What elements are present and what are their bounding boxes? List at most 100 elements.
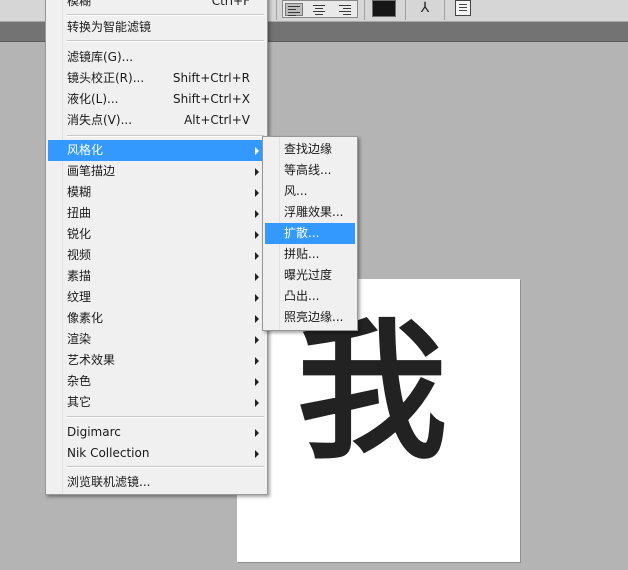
menu-item-label: 视频	[67, 248, 92, 262]
menu-item-label: 消失点(V)...	[67, 113, 133, 127]
menu-separator	[67, 416, 264, 418]
menu-item-render[interactable]: 渲染	[48, 329, 265, 350]
panels-icon[interactable]	[455, 0, 471, 16]
menu-item-sharpen[interactable]: 锐化	[48, 224, 265, 245]
menu-item-label: 等高线...	[284, 163, 332, 177]
menu-item-digimarc[interactable]: Digimarc	[48, 422, 265, 443]
menu-item-lens-correction[interactable]: 镜头校正(R)... Shift+Ctrl+R	[48, 68, 265, 89]
toolbar-separator	[444, 0, 445, 20]
menu-item-other[interactable]: 其它	[48, 392, 265, 413]
menu-item-artistic[interactable]: 艺术效果	[48, 350, 265, 371]
menu-item-label: 渲染	[67, 332, 92, 346]
toolbar-separator	[405, 0, 406, 20]
menu-item-label: 扩散...	[284, 226, 320, 240]
menu-item-shortcut: Shift+Ctrl+R	[172, 71, 250, 85]
menu-item-label: 查找边缘	[284, 142, 333, 156]
menu-separator	[67, 135, 264, 137]
menu-item-label: Digimarc	[67, 425, 121, 439]
submenu-arrow-icon	[255, 231, 259, 239]
menu-item-label: 锐化	[67, 227, 92, 241]
menu-item-label: Nik Collection	[67, 446, 150, 460]
submenu-item-glowing-edges[interactable]: 照亮边缘...	[265, 307, 355, 328]
align-center-icon[interactable]	[311, 3, 329, 16]
menu-item-label: 拼贴...	[284, 247, 320, 261]
menu-item-shortcut: Alt+Ctrl+V	[184, 113, 250, 127]
submenu-item-solarize[interactable]: 曝光过度	[265, 265, 355, 286]
toolbar-separator	[364, 0, 365, 20]
submenu-arrow-icon	[255, 315, 259, 323]
menu-item-label: 艺术效果	[67, 353, 116, 367]
submenu-item-trace-contour[interactable]: 等高线...	[265, 160, 355, 181]
menu-item-label: 浏览联机滤镜...	[67, 475, 151, 489]
menu-item-label: 其它	[67, 395, 92, 409]
warp-text-icon[interactable]: ⅄	[416, 0, 434, 18]
menu-item-last-filter[interactable]: 模糊 Ctrl+F	[48, 0, 265, 12]
text-color-swatch[interactable]	[372, 0, 396, 17]
menu-item-video[interactable]: 视频	[48, 245, 265, 266]
submenu-item-wind[interactable]: 风...	[265, 181, 355, 202]
text-align-group	[282, 0, 358, 18]
submenu-arrow-icon	[255, 252, 259, 260]
menu-item-label: 镜头校正(R)...	[67, 71, 145, 85]
menu-item-stylize[interactable]: 风格化	[48, 140, 265, 161]
submenu-item-extrude[interactable]: 凸出...	[265, 286, 355, 307]
menu-separator	[67, 466, 264, 468]
menu-item-label: 凸出...	[284, 289, 320, 303]
menu-item-label: 照亮边缘...	[284, 310, 344, 324]
menu-item-label: 滤镜库(G)...	[67, 50, 134, 64]
menu-item-label: 浮雕效果...	[284, 205, 344, 219]
submenu-arrow-icon	[255, 336, 259, 344]
filter-menu: 模糊 Ctrl+F 转换为智能滤镜 滤镜库(G)... 镜头校正(R)... S…	[45, 0, 268, 495]
submenu-arrow-icon	[255, 189, 259, 197]
menu-item-vanishing-point[interactable]: 消失点(V)... Alt+Ctrl+V	[48, 110, 265, 131]
menu-item-sketch[interactable]: 素描	[48, 266, 265, 287]
menu-item-convert-smart-filter[interactable]: 转换为智能滤镜	[48, 17, 265, 38]
menu-item-label: 风...	[284, 184, 308, 198]
menu-item-label: 风格化	[67, 143, 104, 157]
menu-item-label: 曝光过度	[284, 268, 333, 282]
submenu-item-find-edges[interactable]: 查找边缘	[265, 139, 355, 160]
stylize-submenu: 查找边缘 等高线... 风... 浮雕效果... 扩散... 拼贴... 曝光过…	[262, 136, 358, 331]
menu-item-label: 杂色	[67, 374, 92, 388]
menu-item-filter-gallery[interactable]: 滤镜库(G)...	[48, 47, 265, 68]
menu-item-nik-collection[interactable]: Nik Collection	[48, 443, 265, 464]
submenu-arrow-icon	[255, 147, 259, 155]
menu-item-brush-strokes[interactable]: 画笔描边	[48, 161, 265, 182]
menu-item-label: 转换为智能滤镜	[67, 20, 152, 34]
menu-item-label: 模糊	[67, 0, 92, 8]
submenu-arrow-icon	[255, 378, 259, 386]
align-left-icon[interactable]	[285, 3, 303, 16]
submenu-item-tiles[interactable]: 拼贴...	[265, 244, 355, 265]
submenu-arrow-icon	[255, 294, 259, 302]
submenu-arrow-icon	[255, 357, 259, 365]
align-right-icon[interactable]	[337, 3, 355, 16]
menu-item-label: 画笔描边	[67, 164, 116, 178]
menu-separator	[67, 14, 264, 16]
menu-item-browse-filters-online[interactable]: 浏览联机滤镜...	[48, 472, 265, 493]
menu-item-distort[interactable]: 扭曲	[48, 203, 265, 224]
menu-item-pixelate[interactable]: 像素化	[48, 308, 265, 329]
menu-item-label: 素描	[67, 269, 92, 283]
menu-item-label: 纹理	[67, 290, 92, 304]
submenu-item-diffuse[interactable]: 扩散...	[265, 223, 355, 244]
submenu-arrow-icon	[255, 450, 259, 458]
submenu-arrow-icon	[255, 273, 259, 281]
menu-item-shortcut: Ctrl+F	[211, 0, 250, 8]
toolbar-separator	[276, 0, 277, 20]
menu-item-label: 扭曲	[67, 206, 92, 220]
menu-item-shortcut: Shift+Ctrl+X	[173, 92, 250, 106]
submenu-arrow-icon	[255, 429, 259, 437]
canvas-text-layer: 我	[297, 306, 448, 480]
submenu-arrow-icon	[255, 168, 259, 176]
submenu-item-emboss[interactable]: 浮雕效果...	[265, 202, 355, 223]
menu-item-label: 像素化	[67, 311, 104, 325]
menu-item-liquify[interactable]: 液化(L)... Shift+Ctrl+X	[48, 89, 265, 110]
menu-item-noise[interactable]: 杂色	[48, 371, 265, 392]
menu-separator	[67, 40, 264, 42]
menu-item-label: 模糊	[67, 185, 92, 199]
menu-item-blur[interactable]: 模糊	[48, 182, 265, 203]
menu-item-texture[interactable]: 纹理	[48, 287, 265, 308]
submenu-arrow-icon	[255, 399, 259, 407]
menu-item-label: 液化(L)...	[67, 92, 119, 106]
submenu-arrow-icon	[255, 210, 259, 218]
